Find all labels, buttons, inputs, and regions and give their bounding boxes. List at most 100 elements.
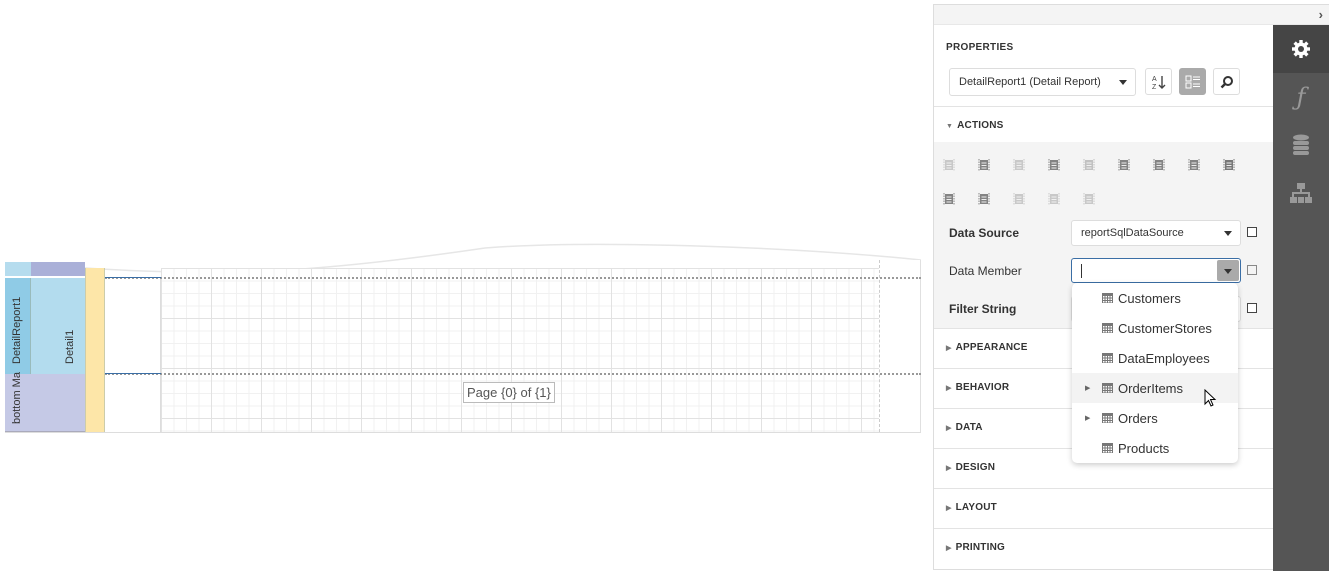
divider: [934, 106, 1273, 107]
triangle-right-icon: ▶: [946, 385, 952, 392]
categories-button[interactable]: [1179, 68, 1206, 95]
section-label: DATA: [955, 422, 983, 433]
dropdown-item-label: Orders: [1118, 410, 1158, 426]
data-member-combobox[interactable]: [1071, 258, 1241, 283]
database-icon: [1293, 134, 1309, 155]
band-detail[interactable]: Detail1: [31, 278, 85, 374]
vertical-ruler: [85, 268, 105, 432]
align-to-grid-icon[interactable]: [943, 158, 955, 172]
data-member-dropdown-button[interactable]: [1217, 260, 1239, 281]
svg-text:A: A: [1152, 76, 1157, 83]
triangle-right-icon: ▶: [946, 345, 952, 352]
left-margin-area: [105, 278, 161, 432]
divider: [934, 528, 1273, 529]
surface-bottom-border: [5, 432, 921, 433]
dropdown-item-label: Customers: [1118, 290, 1181, 306]
panel-title: PROPERTIES: [946, 42, 1014, 53]
section-label: PRINTING: [955, 542, 1005, 553]
expand-arrow-icon[interactable]: ▶: [1085, 414, 1090, 422]
expand-arrow-icon[interactable]: ▶: [1085, 384, 1090, 392]
filter-string-checkbox[interactable]: [1247, 303, 1257, 313]
same-height-icon[interactable]: [1013, 192, 1025, 206]
table-icon: [1102, 443, 1113, 453]
tab-field-list[interactable]: [1273, 121, 1329, 169]
section-label: DESIGN: [955, 462, 996, 473]
search-icon: [1220, 75, 1233, 88]
bring-to-front-icon[interactable]: [1083, 158, 1095, 172]
table-icon: [1102, 353, 1113, 363]
categories-icon: [1185, 75, 1200, 88]
page-info-label[interactable]: Page {0} of {1}: [463, 382, 555, 403]
dropdown-item[interactable]: DataEmployees: [1072, 343, 1238, 373]
dropdown-item[interactable]: CustomerStores: [1072, 313, 1238, 343]
center-vertically-icon[interactable]: [1188, 158, 1200, 172]
triangle-right-icon: ▶: [946, 425, 952, 432]
property-label-data-member: Data Member: [949, 264, 1022, 278]
align-left-icon[interactable]: [1048, 158, 1060, 172]
section-actions[interactable]: ▼ ACTIONS: [946, 120, 1004, 131]
section-design[interactable]: ▶ DESIGN: [946, 462, 995, 473]
table-icon: [1102, 323, 1113, 333]
chevron-down-icon: [1119, 80, 1127, 85]
section-appearance[interactable]: ▶ APPEARANCE: [946, 342, 1028, 353]
data-member-checkbox[interactable]: [1247, 265, 1257, 275]
table-icon: [1102, 293, 1113, 303]
component-selector-value: DetailReport1 (Detail Report): [959, 76, 1101, 88]
band-label-detail: Detail1: [64, 329, 76, 364]
align-right-icon[interactable]: [943, 192, 955, 206]
section-label: BEHAVIOR: [955, 382, 1010, 393]
band-detail-report[interactable]: DetailReport1: [5, 278, 31, 374]
component-selector[interactable]: DetailReport1 (Detail Report): [949, 68, 1136, 96]
divider: [934, 488, 1273, 489]
tab-properties[interactable]: [1273, 25, 1329, 73]
property-label-filter-string: Filter String: [949, 302, 1017, 316]
band-separator[interactable]: [105, 373, 921, 375]
size-to-control-icon[interactable]: [978, 192, 990, 206]
table-icon: [1102, 383, 1113, 393]
data-source-select[interactable]: reportSqlDataSource: [1071, 220, 1241, 246]
paste-icon[interactable]: [1223, 158, 1235, 172]
band-label-bottom-margin: bottom Ma: [11, 372, 23, 424]
section-label: LAYOUT: [955, 502, 997, 513]
band-header-strip: [31, 262, 85, 276]
report-design-surface[interactable]: DetailReport1 Detail1 bottom Ma Page {0}…: [5, 240, 921, 434]
table-icon: [1102, 413, 1113, 423]
dropdown-item[interactable]: Products: [1072, 433, 1238, 463]
hierarchy-icon: [1290, 183, 1312, 203]
center-horizontally-icon[interactable]: [1013, 158, 1025, 172]
triangle-right-icon: ▶: [946, 465, 952, 472]
function-icon: ƒ: [1296, 83, 1306, 111]
section-behavior[interactable]: ▶ BEHAVIOR: [946, 382, 1009, 393]
triangle-right-icon: ▶: [946, 545, 952, 552]
section-layout[interactable]: ▶ LAYOUT: [946, 502, 997, 513]
dropdown-item-label: OrderItems: [1118, 380, 1184, 396]
align-middle-icon[interactable]: [1118, 158, 1130, 172]
size-to-grid-icon[interactable]: [978, 158, 990, 172]
section-data[interactable]: ▶ DATA: [946, 422, 983, 433]
chevron-right-icon[interactable]: ›: [1319, 7, 1323, 22]
mouse-cursor-icon: [1204, 389, 1217, 407]
tab-report-explorer[interactable]: [1273, 169, 1329, 217]
svg-text:Z: Z: [1152, 84, 1157, 90]
panel-header-bar: ›: [934, 5, 1329, 25]
search-button[interactable]: [1213, 68, 1240, 95]
data-source-checkbox[interactable]: [1247, 227, 1257, 237]
text-cursor: [1081, 264, 1082, 278]
chevron-down-icon: [1224, 268, 1232, 274]
band-label-detail-report: DetailReport1: [11, 296, 23, 364]
band-bottom-margin[interactable]: bottom Ma: [5, 372, 85, 432]
sort-alphabetically-button[interactable]: AZ: [1145, 68, 1172, 95]
design-grid[interactable]: [161, 268, 879, 432]
send-to-back-icon[interactable]: [1083, 192, 1095, 206]
dropdown-item[interactable]: Customers: [1072, 283, 1238, 313]
section-label: APPEARANCE: [955, 342, 1028, 353]
dropdown-item-label: Products: [1118, 440, 1170, 456]
band-separator[interactable]: [105, 277, 921, 279]
chevron-down-icon: [1224, 231, 1232, 236]
section-printing[interactable]: ▶ PRINTING: [946, 542, 1005, 553]
tab-expressions[interactable]: ƒ: [1273, 73, 1329, 121]
band-header-strip: [5, 262, 31, 276]
dropdown-item-label: CustomerStores: [1118, 320, 1212, 336]
align-tops-icon[interactable]: [1153, 158, 1165, 172]
same-width-icon[interactable]: [1048, 192, 1060, 206]
